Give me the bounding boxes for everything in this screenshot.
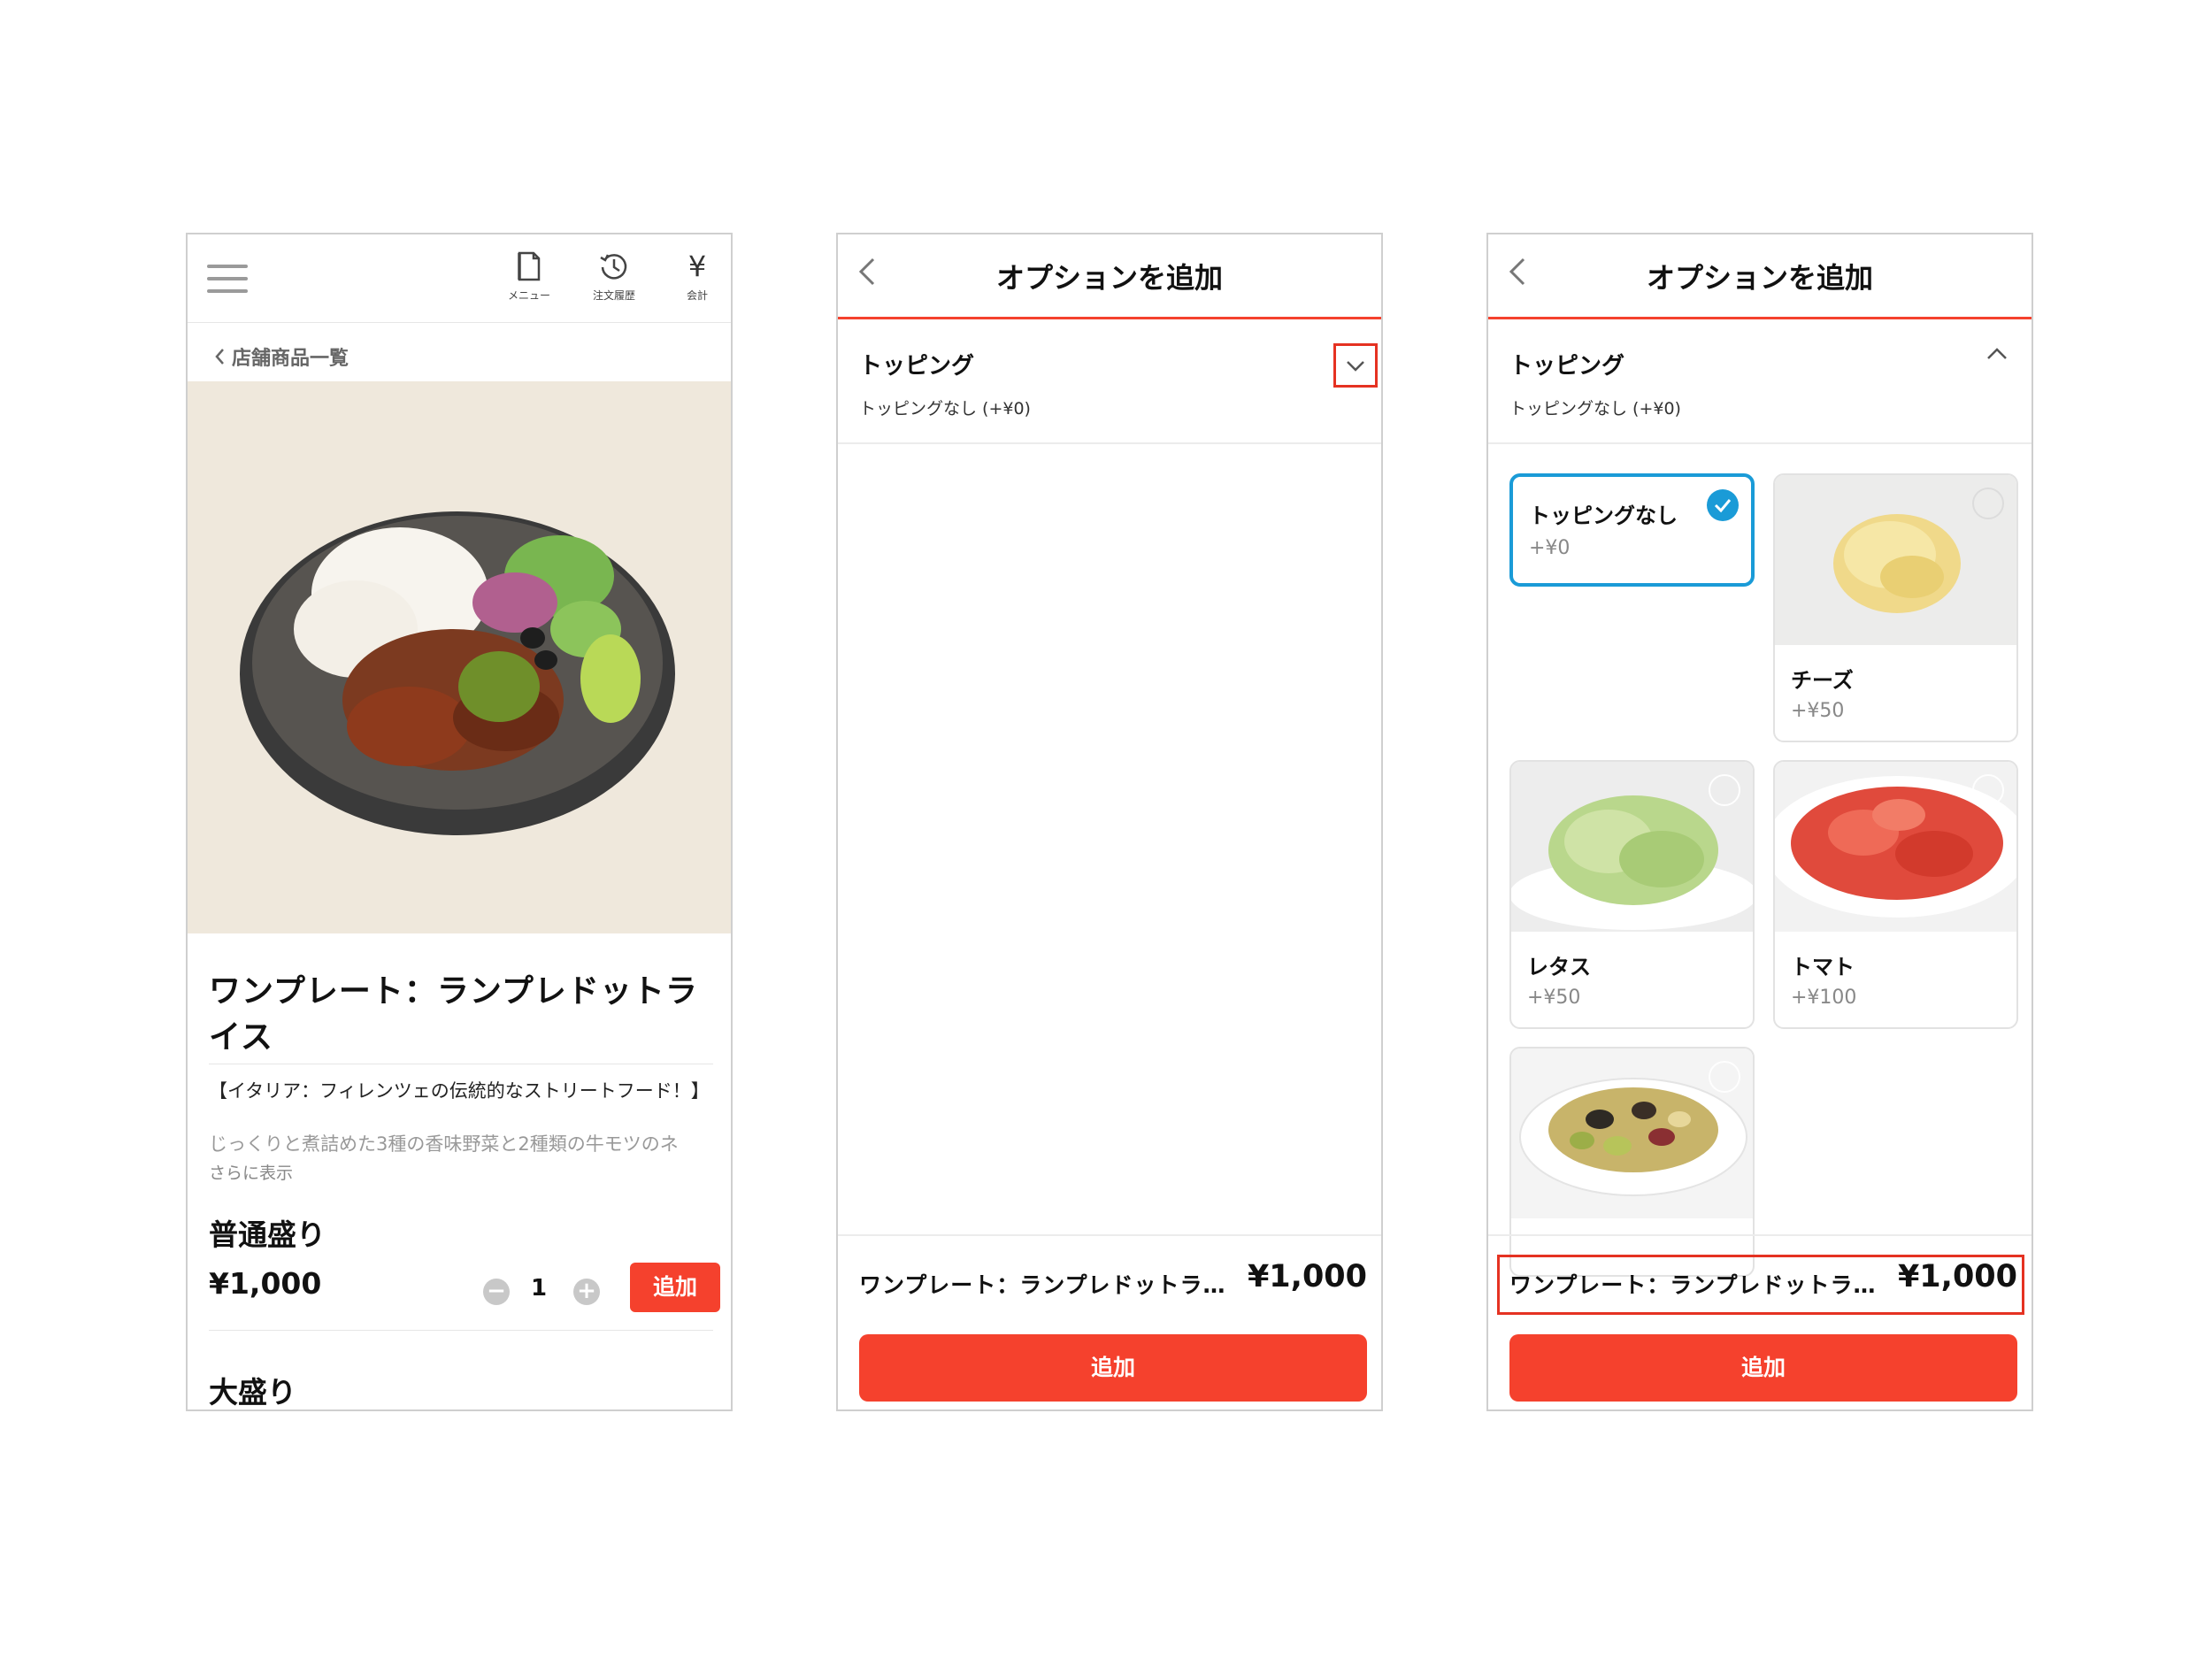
footer-product-name: ワンプレート：ランプレドットラ… [859,1272,1226,1298]
radio-circle-icon [1709,774,1740,806]
topping-name: トマト [1791,955,1855,979]
radio-circle-icon [1709,1061,1740,1093]
topping-price: +¥50 [1527,987,1581,1009]
nav-checkout-label: 会計 [686,289,708,302]
yen-icon: ¥ [687,250,707,283]
quantity-value: 1 [531,1275,548,1302]
divider [1488,1234,2032,1236]
topping-selected-summary: トッピングなし (+¥0) [1509,399,1681,419]
nav-menu-label: メニュー [507,289,550,302]
size-large-label: 大盛り [209,1375,296,1409]
rice-bowl-illustration [240,511,675,835]
product-image [188,381,731,933]
topping-price: +¥50 [1791,700,1845,722]
topping-card-tomato[interactable]: トマト +¥100 [1773,760,2018,1029]
expand-toggle-button[interactable] [1333,343,1378,388]
topping-card-lettuce[interactable]: レタス +¥50 [1509,760,1755,1029]
nav-history-label: 注文履歴 [592,289,635,302]
history-clock-icon [600,254,627,280]
options-screen-expanded: オプションを追加 トッピング トッピングなし (+¥0) トッピングなし +¥0… [1486,233,2033,1411]
radio-circle-icon [1972,774,2004,806]
nav-checkout-button[interactable]: ¥ 会計 [662,250,731,303]
breadcrumb[interactable]: 店舗商品一覧 [214,342,349,371]
topping-card-beans[interactable] [1509,1047,1755,1277]
breadcrumb-label: 店舗商品一覧 [232,348,349,370]
hamburger-menu-icon[interactable] [207,265,248,293]
add-button[interactable]: 追加 [1509,1334,2017,1402]
minus-button[interactable]: − [483,1279,510,1305]
topping-section-title: トッピング [1509,353,1625,380]
chevron-down-icon [1347,361,1364,372]
plus-button[interactable]: + [573,1279,600,1305]
topping-selected-summary: トッピングなし (+¥0) [859,399,1031,419]
product-title: ワンプレート：ランプレドットライス [209,973,698,1056]
product-description-faded: じっくりと煮詰めた3種の香味野菜と2種類の牛モツのネ [209,1133,679,1155]
topping-section-title: トッピング [859,353,975,380]
show-more-link[interactable]: さらに表示 [209,1160,293,1184]
add-button[interactable]: 追加 [630,1263,720,1312]
add-button[interactable]: 追加 [859,1334,1367,1402]
nav-history-button[interactable]: 注文履歴 [579,250,649,303]
footer-price: ¥1,000 [1247,1259,1367,1294]
options-title: オプションを追加 [1646,261,1873,295]
topping-card-none[interactable]: トッピングなし +¥0 [1509,473,1755,587]
chevron-left-icon [215,349,224,365]
topping-name: チーズ [1791,668,1854,693]
size-regular-label: 普通盛り [209,1217,326,1252]
check-circle-icon [1707,489,1739,521]
topping-name: トッピングなし [1529,503,1678,528]
footer-highlight-box [1497,1255,2024,1315]
topping-price: +¥100 [1791,987,1857,1009]
divider [209,1330,713,1331]
price: ¥1,000 [209,1266,322,1301]
topping-name: レタス [1527,955,1591,979]
options-screen-collapsed: オプションを追加 トッピング トッピングなし (+¥0) ワンプレート：ランプレ… [836,233,1383,1411]
divider [838,442,1381,444]
product-detail-screen: メニュー 注文履歴 ¥ 会計 店舗商品一覧 ワンプレート：ランプレドットライス … [186,233,733,1411]
divider [1488,442,2032,444]
options-header: オプションを追加 [838,234,1381,319]
options-header: オプションを追加 [1488,234,2032,319]
topping-price: +¥0 [1529,537,1571,559]
menu-book-icon [518,251,541,281]
product-description: 【イタリア：フィレンツェの伝統的なストリートフード！】 [209,1080,710,1102]
radio-circle-icon [1972,488,2004,519]
top-nav-bar: メニュー 注文履歴 ¥ 会計 [188,234,731,323]
chevron-up-icon[interactable] [1985,346,2008,362]
options-title: オプションを追加 [995,261,1223,295]
nav-menu-button[interactable]: メニュー [494,250,565,303]
topping-card-cheese[interactable]: チーズ +¥50 [1773,473,2018,742]
divider [838,1234,1381,1236]
